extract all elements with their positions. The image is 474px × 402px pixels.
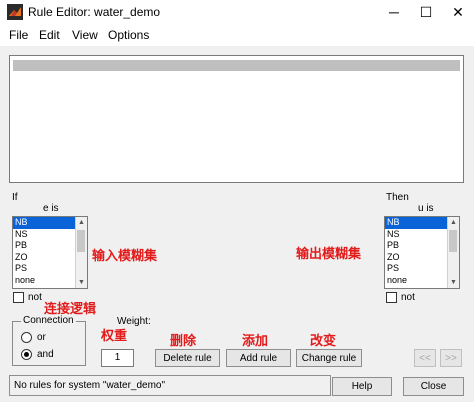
connection-and-radio[interactable] xyxy=(21,349,32,360)
help-button[interactable]: Help xyxy=(332,377,392,396)
next-rule-button[interactable]: >> xyxy=(440,349,462,367)
connection-and-label: and xyxy=(37,349,54,360)
menu-file[interactable]: File xyxy=(9,28,28,42)
connection-title: Connection xyxy=(21,315,76,326)
title-bar: Rule Editor: water_demo ─ ☐ ✕ xyxy=(0,0,474,25)
annotation-add: 添加 xyxy=(242,334,269,349)
output-variable-label: u is xyxy=(418,203,434,214)
output-list-scrollbar[interactable]: ▲ ▼ xyxy=(447,217,459,288)
weight-input[interactable]: 1 xyxy=(101,349,134,367)
maximize-button[interactable]: ☐ xyxy=(410,0,442,24)
add-rule-button[interactable]: Add rule xyxy=(226,349,291,367)
maximize-icon: ☐ xyxy=(419,3,433,20)
input-variable-label: e is xyxy=(43,203,59,214)
scroll-down-icon[interactable]: ▼ xyxy=(76,277,87,288)
input-not-label: not xyxy=(28,292,42,303)
scroll-thumb[interactable] xyxy=(449,230,457,252)
close-window-button[interactable]: ✕ xyxy=(442,0,474,24)
delete-rule-button[interactable]: Delete rule xyxy=(155,349,220,367)
annotation-input-set: 输入模糊集 xyxy=(92,249,158,264)
annotation-output-set: 输出模糊集 xyxy=(296,247,362,262)
scroll-down-icon[interactable]: ▼ xyxy=(448,277,459,288)
menu-edit[interactable]: Edit xyxy=(39,28,60,42)
input-membership-listbox[interactable]: NB NS PB ZO PS none ▲ ▼ xyxy=(12,216,88,289)
then-label: Then xyxy=(386,192,409,203)
minimize-button[interactable]: ─ xyxy=(378,0,410,24)
status-bar: No rules for system "water_demo" xyxy=(9,375,331,396)
minimize-icon: ─ xyxy=(389,4,399,20)
input-list-scrollbar[interactable]: ▲ ▼ xyxy=(75,217,87,288)
annotation-weight: 权重 xyxy=(101,329,128,344)
input-not-checkbox[interactable] xyxy=(13,292,24,303)
scroll-up-icon[interactable]: ▲ xyxy=(76,217,87,228)
rules-listbox[interactable] xyxy=(9,55,464,183)
if-label: If xyxy=(12,192,18,203)
close-button[interactable]: Close xyxy=(403,377,464,396)
menu-bar: File Edit View Options xyxy=(0,24,474,46)
weight-label: Weight: xyxy=(117,316,151,327)
menu-options[interactable]: Options xyxy=(108,28,149,42)
scroll-up-icon[interactable]: ▲ xyxy=(448,217,459,228)
rules-selection-bar xyxy=(13,60,460,71)
annotation-change: 改变 xyxy=(310,334,337,349)
close-icon: ✕ xyxy=(452,3,464,20)
output-membership-listbox[interactable]: NB NS PB ZO PS none ▲ ▼ xyxy=(384,216,460,289)
status-message: No rules for system "water_demo" xyxy=(14,380,166,391)
matlab-icon xyxy=(7,4,23,20)
connection-or-label: or xyxy=(37,332,46,343)
scroll-thumb[interactable] xyxy=(77,230,85,252)
prev-rule-button[interactable]: << xyxy=(414,349,436,367)
menu-view[interactable]: View xyxy=(72,28,98,42)
change-rule-button[interactable]: Change rule xyxy=(296,349,362,367)
annotation-delete: 删除 xyxy=(170,334,197,349)
connection-or-radio[interactable] xyxy=(21,332,32,343)
output-not-label: not xyxy=(401,292,415,303)
output-not-checkbox[interactable] xyxy=(386,292,397,303)
window-title: Rule Editor: water_demo xyxy=(28,5,161,19)
